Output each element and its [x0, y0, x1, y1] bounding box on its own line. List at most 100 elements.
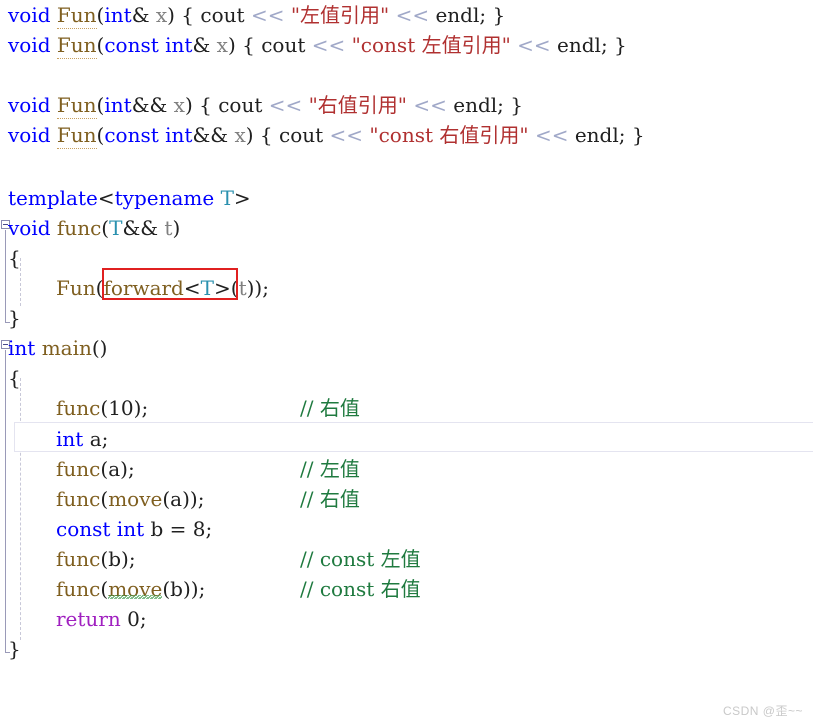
code-token: & [131, 3, 150, 27]
code-line[interactable]: func(move(b)); [56, 574, 205, 604]
code-token: int [165, 123, 193, 147]
code-token: x [216, 33, 228, 57]
code-token: ( [230, 276, 239, 300]
code-token: "const 左值引用" [351, 33, 511, 57]
code-editor[interactable]: void Fun(int& x) { cout << "左值引用" << end… [0, 0, 813, 725]
code-line[interactable]: } [8, 303, 21, 333]
code-token: func [56, 547, 101, 571]
code-token: typename [114, 186, 215, 210]
code-line[interactable]: return 0; [56, 604, 147, 634]
code-token: << [413, 93, 447, 117]
code-line[interactable]: void Fun(int&& x) { cout << "右值引用" << en… [8, 90, 523, 120]
code-token: { [8, 366, 21, 390]
code-line[interactable]: int main() [8, 333, 107, 363]
code-line[interactable]: void Fun(const int& x) { cout << "const … [8, 30, 627, 60]
code-token: ; } [600, 33, 627, 57]
code-comment: // 右值 [300, 396, 360, 420]
code-token: a [89, 427, 102, 451]
code-token: void [8, 33, 51, 57]
code-token: ; } [479, 3, 506, 27]
code-token: << [395, 3, 430, 27]
code-line[interactable]: func(move(a)); [56, 484, 204, 514]
code-token: ; [197, 487, 205, 511]
code-token: << [517, 33, 551, 57]
code-token: T [200, 276, 214, 300]
code-token: ) [172, 216, 181, 240]
code-token: x [234, 123, 246, 147]
code-token: cout [261, 33, 306, 57]
code-token: func [56, 216, 102, 240]
code-token: ; [128, 547, 136, 571]
code-line[interactable]: void Fun(int& x) { cout << "左值引用" << end… [8, 0, 505, 30]
code-token: = [163, 517, 193, 541]
code-comment: // const 右值 [300, 577, 421, 601]
code-token: << [534, 123, 569, 147]
code-token: void [8, 123, 51, 147]
code-token: Fun [56, 93, 97, 119]
code-token: 10 [108, 396, 134, 420]
code-token: Fun [56, 3, 97, 29]
code-token: forward [103, 276, 184, 300]
code-token: b [170, 577, 183, 601]
code-line[interactable]: } [8, 634, 21, 664]
code-line[interactable]: void Fun(const int&& x) { cout << "const… [8, 120, 645, 150]
code-token: ; [198, 577, 206, 601]
code-line[interactable]: Fun(forward<T>(t)); [56, 273, 269, 303]
code-token: int [116, 517, 145, 541]
code-line[interactable]: func(10); [56, 393, 148, 423]
code-line[interactable]: const int b = 8; [56, 514, 212, 544]
code-token: b [150, 517, 164, 541]
code-token: && [131, 93, 168, 117]
code-token: ; [262, 276, 269, 300]
code-comment: // const 左值 [300, 547, 421, 571]
code-token: { [253, 123, 279, 147]
code-token: func [56, 487, 101, 511]
code-comment: // 左值 [300, 457, 360, 481]
code-token: int [104, 93, 132, 117]
code-line[interactable]: { [8, 363, 21, 393]
code-token: 8 [192, 517, 206, 541]
code-token: << [311, 33, 346, 57]
code-token: Fun [56, 33, 97, 59]
code-token: < [183, 276, 201, 300]
code-line[interactable]: func(a); [56, 454, 135, 484]
code-token: () [91, 336, 108, 360]
code-token: ( [101, 216, 110, 240]
code-token: { [235, 33, 262, 57]
code-token: )) [182, 487, 198, 511]
code-token: & [192, 33, 211, 57]
code-token: ) [121, 547, 129, 571]
code-line[interactable]: template<typename T> [8, 183, 251, 213]
code-token: && [192, 123, 229, 147]
code-token: ) [120, 457, 128, 481]
code-token: endl [453, 93, 498, 117]
indent-guide [20, 378, 21, 640]
code-line[interactable]: func(b); [56, 544, 136, 574]
code-token: "const 右值引用" [369, 123, 529, 147]
code-line[interactable]: int a; [56, 424, 108, 454]
code-token: > [213, 276, 231, 300]
code-token: ) [184, 93, 193, 117]
code-token: void [8, 216, 51, 240]
code-token: func [56, 457, 101, 481]
code-token: { [192, 93, 219, 117]
current-line-highlight [14, 422, 813, 452]
code-token: b [108, 547, 121, 571]
code-token: const [104, 33, 159, 57]
code-token: T [220, 186, 234, 210]
code-token: cout [279, 123, 324, 147]
code-line[interactable]: { [8, 243, 21, 273]
code-token: )) [182, 577, 199, 601]
code-token: 0 [127, 607, 140, 631]
code-token: int [8, 336, 36, 360]
code-token: main [41, 336, 92, 360]
code-token: << [329, 123, 364, 147]
code-token: > [233, 186, 251, 210]
code-token: } [8, 306, 21, 330]
code-line[interactable]: void func(T&& t) [8, 213, 180, 243]
code-token: ; [101, 427, 109, 451]
